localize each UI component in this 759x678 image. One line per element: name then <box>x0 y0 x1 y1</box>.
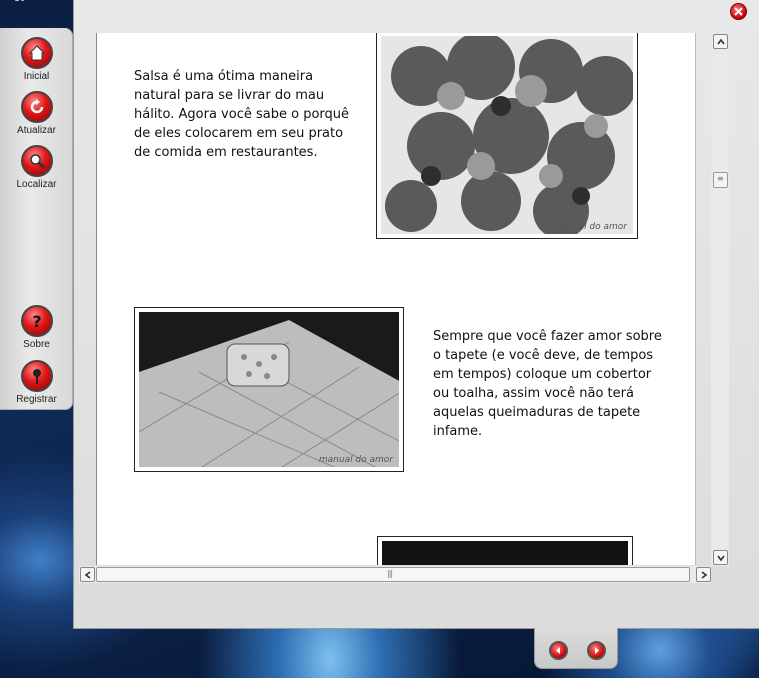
blanket-photo: manual do amor <box>134 307 404 472</box>
refresh-button[interactable]: Atualizar <box>0 91 73 136</box>
article-paragraph-2: Sempre que você fazer amor sobre o tapet… <box>433 329 662 439</box>
chevron-down-icon <box>717 555 725 562</box>
scroll-up-button[interactable] <box>713 34 728 49</box>
third-photo <box>377 536 633 565</box>
search-icon <box>20 145 53 177</box>
next-page-button[interactable] <box>587 641 606 660</box>
chevron-right-icon <box>701 571 708 579</box>
article-paragraph-1: Salsa é uma ótima maneira natural para s… <box>134 69 350 160</box>
chevron-left-icon <box>84 571 91 579</box>
home-button[interactable]: Inicial <box>0 37 73 82</box>
article-content: Salsa é uma ótima maneira natural para s… <box>96 33 696 565</box>
chevron-up-icon <box>717 38 725 45</box>
corner-number: 10 <box>14 0 25 4</box>
parsley-photo: manual do amor <box>376 33 638 239</box>
home-icon <box>20 37 53 69</box>
search-label: Localizar <box>16 179 57 190</box>
scroll-left-button[interactable] <box>80 567 95 582</box>
refresh-icon <box>20 91 53 123</box>
help-icon: ? <box>20 305 53 337</box>
refresh-label: Atualizar <box>17 125 56 136</box>
about-label: Sobre <box>23 339 50 350</box>
register-button[interactable]: Registrar <box>0 360 73 405</box>
arrow-right-icon <box>595 647 599 654</box>
vertical-scroll-thumb[interactable]: ≡ <box>713 172 728 188</box>
home-label: Inicial <box>23 71 50 82</box>
close-icon <box>734 7 743 16</box>
third-image <box>382 541 628 565</box>
scroll-down-button[interactable] <box>713 550 728 565</box>
svg-text:?: ? <box>32 312 41 330</box>
previous-page-button[interactable] <box>549 641 568 660</box>
about-button[interactable]: ? Sobre <box>0 305 73 350</box>
search-button[interactable]: Localizar <box>0 145 73 190</box>
blanket-image <box>139 312 399 467</box>
horizontal-scroll-thumb[interactable]: ||| <box>96 567 690 582</box>
close-button[interactable] <box>730 3 747 20</box>
vertical-scrollbar[interactable] <box>711 33 729 566</box>
parsley-image <box>381 36 633 234</box>
scroll-right-button[interactable] <box>696 567 711 582</box>
pin-icon <box>20 360 53 392</box>
side-toolbar: Inicial Atualizar Localizar ? Sobre Regi… <box>0 28 73 410</box>
blanket-watermark: manual do amor <box>318 455 393 465</box>
arrow-left-icon <box>556 647 560 654</box>
register-label: Registrar <box>16 394 57 405</box>
parsley-watermark: manual do amor <box>552 222 627 232</box>
